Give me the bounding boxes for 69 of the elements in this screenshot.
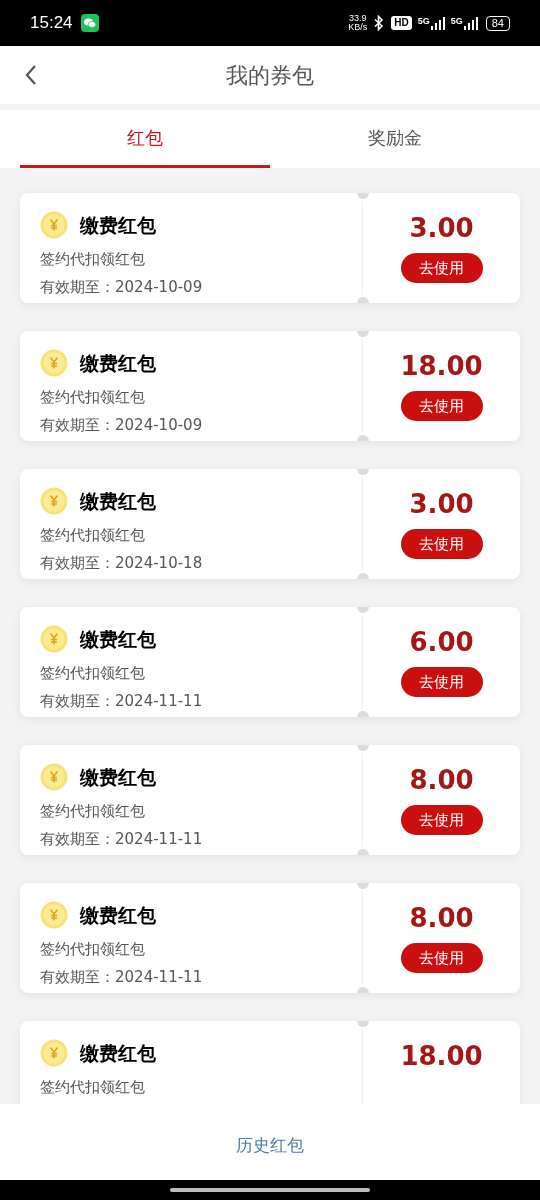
ticket-notch <box>357 193 369 199</box>
chat-app-icon <box>80 14 99 32</box>
ticket-notch <box>357 297 369 303</box>
coupon-description: 签约代扣领红包 <box>40 1080 146 1095</box>
coupon-title: 缴费红包 <box>80 905 156 925</box>
expiry-date: 有效期至：2024-11-11 <box>40 694 204 709</box>
use-button[interactable]: 去使用 <box>400 943 483 973</box>
coin-icon <box>40 1039 68 1067</box>
expiry-date: 有效期至：2024-11-11 <box>40 970 204 985</box>
network-speed: 33.9 <box>349 14 367 23</box>
network-type: 5G <box>450 16 463 26</box>
signal-icon <box>463 16 478 30</box>
tab[interactable]: 红包 <box>20 110 270 168</box>
speed-unit: KB/s <box>348 23 368 32</box>
coin-icon <box>40 763 68 791</box>
bluetooth-icon <box>373 15 386 31</box>
coupon-description: 签约代扣领红包 <box>40 528 146 543</box>
use-button[interactable]: 去使用 <box>400 253 483 283</box>
history-link[interactable]: 历史红包 <box>236 1132 304 1158</box>
coupon-title: 缴费红包 <box>80 491 156 511</box>
ticket-notch <box>357 883 369 889</box>
page-title: 我的券包 <box>226 61 314 90</box>
ticket-notch <box>357 711 369 717</box>
expiry-date: 有效期至：2024-10-09 <box>40 418 204 433</box>
ticket-notch <box>357 987 369 993</box>
coupon-description: 签约代扣领红包 <box>40 804 146 819</box>
coupon-amount: 18.00 <box>400 1043 483 1069</box>
tab[interactable]: 奖励金 <box>270 110 520 168</box>
coin-icon <box>40 625 68 653</box>
network-type: 5G <box>417 16 430 26</box>
expiry-date: 有效期至：2024-10-18 <box>40 556 204 571</box>
coupon-amount: 3.00 <box>409 491 474 517</box>
ticket-notch <box>357 1021 369 1027</box>
coupon-amount: 18.00 <box>400 353 483 379</box>
use-button[interactable]: 去使用 <box>400 667 483 697</box>
ticket-notch <box>357 469 369 475</box>
coupon-title: 缴费红包 <box>80 1043 156 1063</box>
expiry-date: 有效期至：2024-10-09 <box>40 280 204 295</box>
expiry-date: 有效期至：2024-11-11 <box>40 832 204 847</box>
coupon-title: 缴费红包 <box>80 215 156 235</box>
ticket-notch <box>357 849 369 855</box>
use-button[interactable]: 去使用 <box>400 391 483 421</box>
ticket-notch <box>357 607 369 613</box>
coin-icon <box>40 349 68 377</box>
coin-icon <box>40 487 68 515</box>
coupon-description: 签约代扣领红包 <box>40 666 146 681</box>
status-time: 15:24 <box>30 12 73 35</box>
coupon-title: 缴费红包 <box>80 353 156 373</box>
ticket-notch <box>357 745 369 751</box>
coupon-description: 签约代扣领红包 <box>40 252 146 267</box>
use-button[interactable]: 去使用 <box>400 805 483 835</box>
coupon-amount: 8.00 <box>409 905 474 931</box>
coupon-description: 签约代扣领红包 <box>40 942 146 957</box>
hd-badge: HD <box>391 16 412 30</box>
coupon-amount: 8.00 <box>409 767 474 793</box>
ticket-notch <box>357 331 369 337</box>
coupon-title: 缴费红包 <box>80 767 156 787</box>
ticket-notch <box>357 435 369 441</box>
coin-icon <box>40 901 68 929</box>
coupon-amount: 3.00 <box>409 215 474 241</box>
ticket-notch <box>357 573 369 579</box>
coupon-description: 签约代扣领红包 <box>40 390 146 405</box>
battery-indicator: 84 <box>485 15 510 31</box>
back-icon[interactable] <box>24 64 38 86</box>
coin-icon <box>40 211 68 239</box>
coupon-title: 缴费红包 <box>80 629 156 649</box>
coupon-amount: 6.00 <box>409 629 474 655</box>
use-button[interactable]: 去使用 <box>400 529 483 559</box>
signal-icon <box>430 16 445 30</box>
